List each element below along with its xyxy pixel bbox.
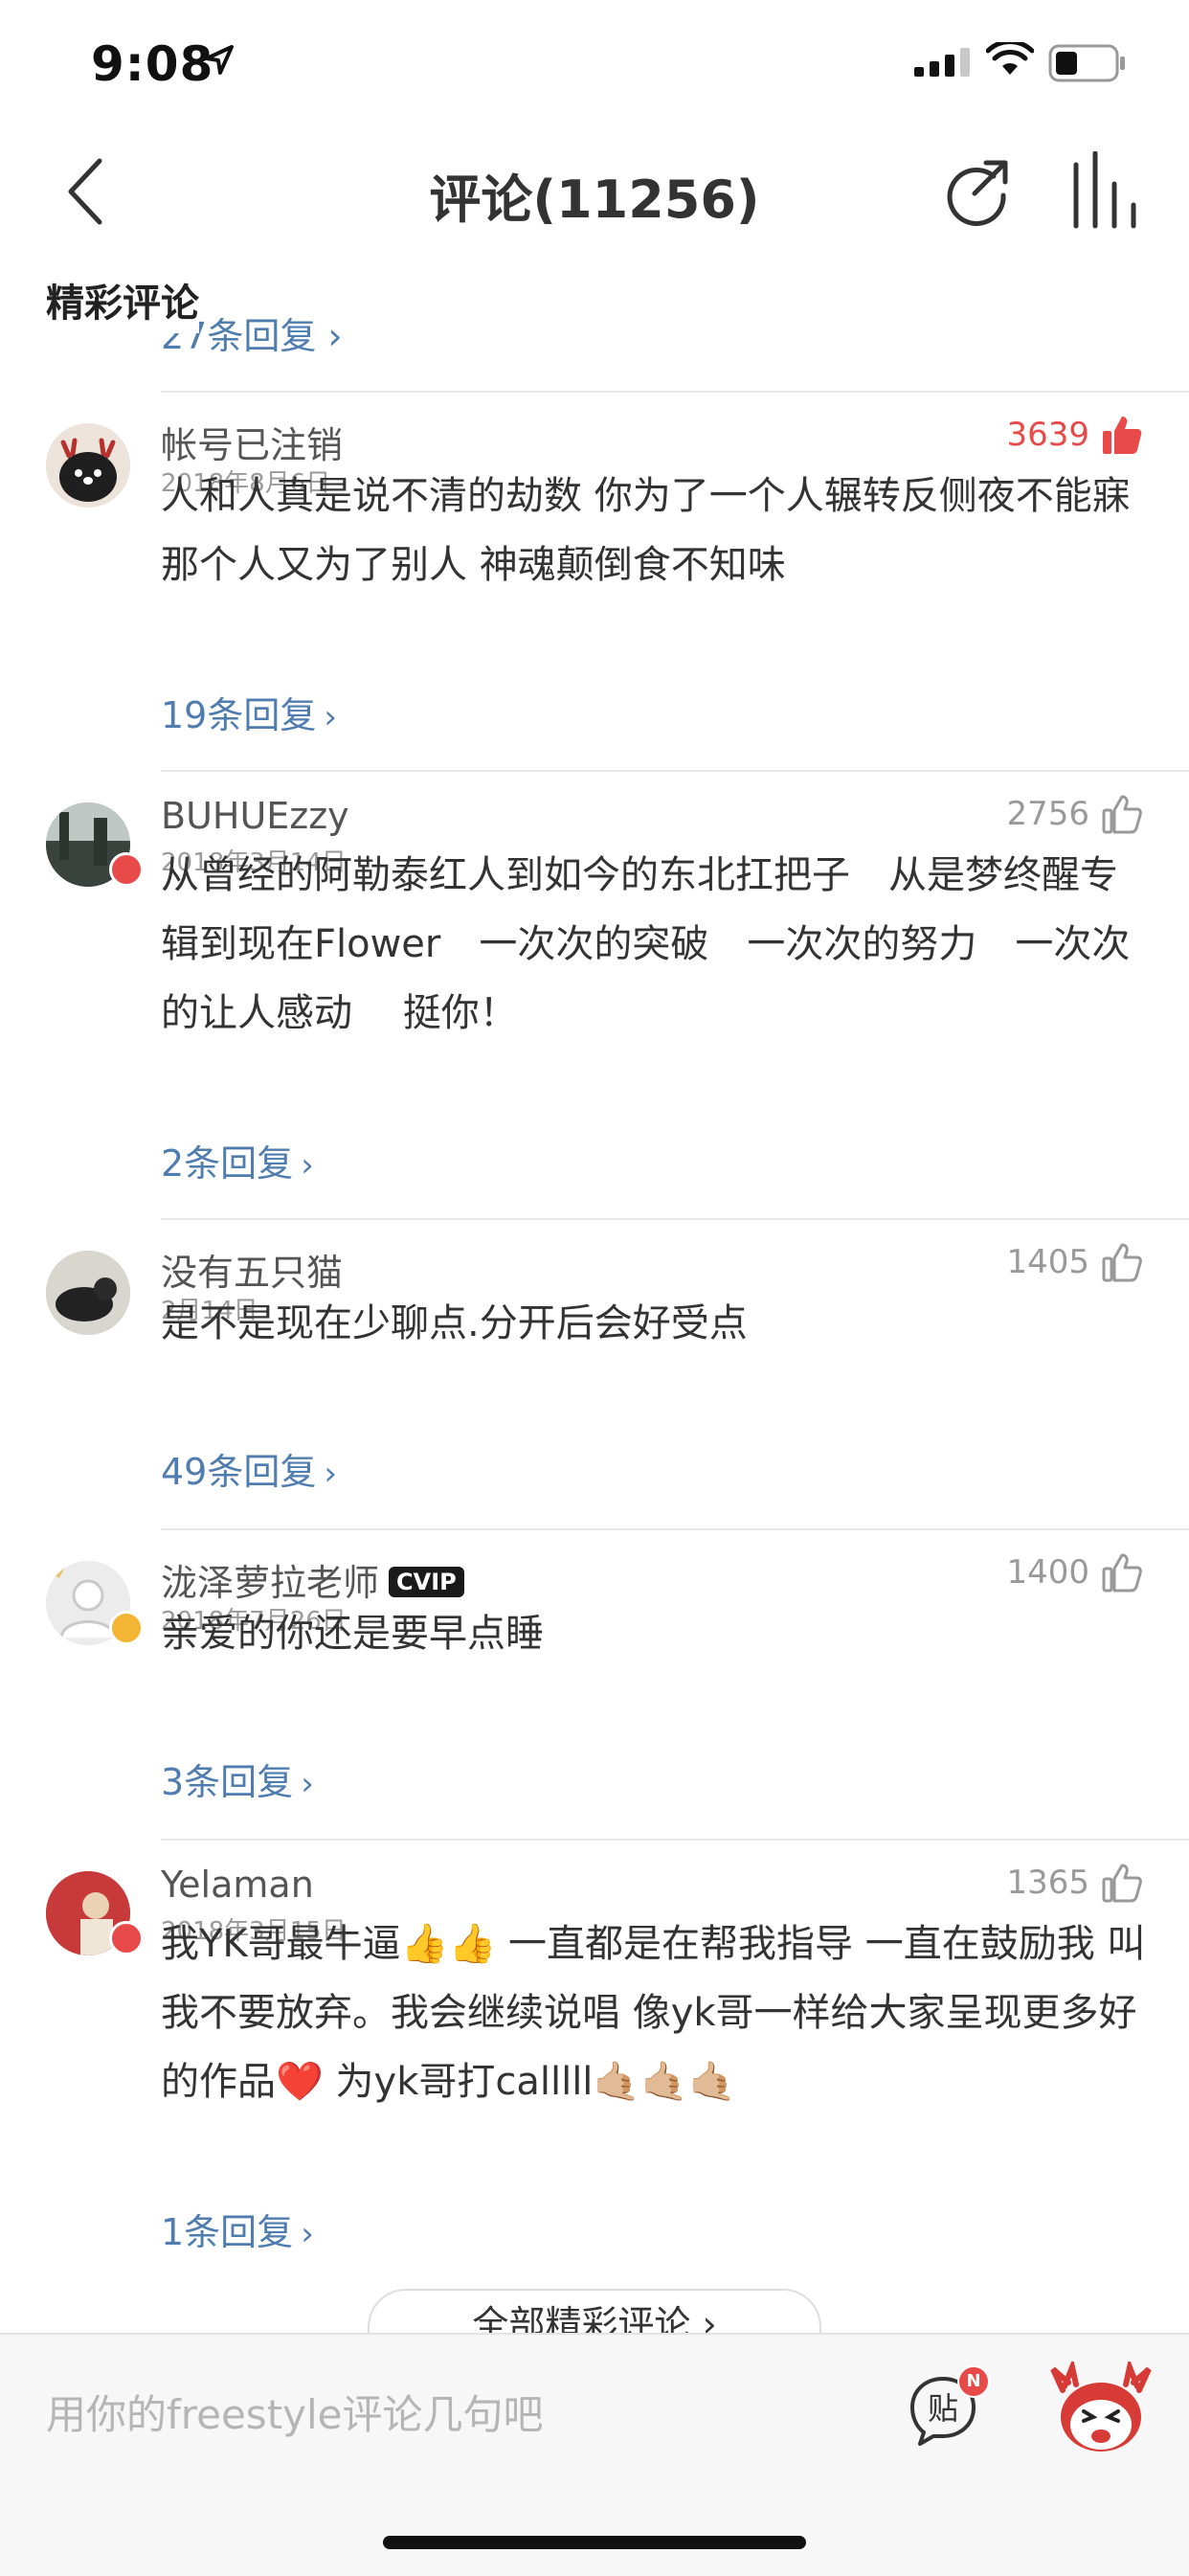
status-time: 9:08 [91, 36, 214, 92]
username[interactable]: 帐号已注销 [161, 416, 343, 468]
thumbs-up-icon [1102, 1864, 1142, 1903]
avatar[interactable] [46, 423, 130, 508]
like-count: 1400 [1006, 1553, 1089, 1592]
sticker-label: 贴 [928, 2390, 958, 2427]
chevron-right-icon: › [324, 698, 337, 736]
chevron-right-icon: › [324, 1455, 337, 1493]
comment-input[interactable]: 用你的freestyle评论几句吧 [46, 2383, 544, 2441]
battery-icon [1048, 44, 1125, 82]
home-indicator [383, 2536, 806, 2549]
divider [161, 1218, 1189, 1220]
like-count: 1365 [1006, 1864, 1089, 1902]
reply-link[interactable]: 49条回复 › [161, 1442, 337, 1495]
reply-link[interactable]: 3条回复 › [161, 1752, 314, 1805]
comment-text: 是不是现在少聊点.分开后会好受点 [161, 1301, 748, 1345]
username[interactable]: Yelaman [161, 1864, 314, 1906]
mascot-emoji-icon[interactable] [1043, 2361, 1158, 2457]
username[interactable]: BUHUEzzy [161, 795, 349, 837]
status-bar: 9:08 [0, 0, 1189, 134]
avatar[interactable] [46, 1251, 130, 1335]
chevron-right-icon: › [301, 1765, 314, 1803]
musician-badge-icon [109, 852, 144, 887]
divider [161, 1528, 1189, 1530]
chevron-right-icon: › [301, 1146, 314, 1185]
star-badge-icon [109, 1611, 144, 1645]
username-row[interactable]: 泷泽萝拉老师 CVIP [161, 1553, 464, 1606]
location-arrow-icon [205, 45, 234, 75]
comment-text: 我YK哥最牛逼👍👍 一直都是在帮我指导 一直在鼓励我 叫我不要放弃。我会继续说唱… [161, 1922, 1146, 2104]
reply-count: 49条回复 [161, 1451, 317, 1493]
chevron-right-icon: › [301, 2215, 314, 2253]
wifi-icon [986, 42, 1034, 75]
reply-link[interactable]: 2条回复 › [161, 1134, 314, 1186]
reply-count: 3条回复 [161, 1761, 294, 1803]
thumbs-up-icon [1102, 1553, 1142, 1593]
reply-link[interactable]: 1条回复 › [161, 2203, 314, 2255]
thumbs-up-icon [1102, 795, 1142, 834]
musician-badge-icon [109, 1921, 144, 1955]
section-title: 精彩评论 [46, 272, 199, 333]
comment-text: 亲爱的你还是要早点睡 [161, 1612, 544, 1656]
like-button[interactable]: 1405 [1006, 1241, 1143, 1283]
thumbs-up-filled-icon [1103, 417, 1142, 454]
reply-link[interactable]: 19条回复 › [161, 686, 337, 738]
notification-badge: N [957, 2365, 990, 2398]
reply-count: 19条回复 [161, 694, 317, 736]
comment-text: 人和人真是说不清的劫数 你为了一个人辗转反侧夜不能寐 那个人又为了别人 神魂颠倒… [161, 474, 1131, 587]
like-button[interactable]: 3639 [1006, 414, 1143, 456]
divider [161, 1839, 1189, 1841]
nav-bar: 评论(11256) [0, 134, 1189, 249]
cellular-signal-icon [914, 48, 970, 77]
reply-count: 2条回复 [161, 1142, 294, 1185]
username: 泷泽萝拉老师 [161, 1562, 380, 1604]
username[interactable]: 没有五只猫 [161, 1243, 343, 1296]
share-icon[interactable] [940, 155, 1013, 228]
music-stats-icon[interactable] [1070, 151, 1139, 232]
like-button[interactable]: 1365 [1006, 1862, 1143, 1904]
reply-count: 1条回复 [161, 2211, 294, 2253]
like-count: 3639 [1006, 416, 1089, 454]
moose-avatar-icon [46, 423, 130, 508]
like-count: 1405 [1006, 1243, 1089, 1281]
vip-badge: CVIP [389, 1566, 464, 1597]
like-count: 2756 [1006, 795, 1089, 833]
like-button[interactable]: 2756 [1006, 793, 1143, 835]
photo-avatar-icon [46, 1251, 130, 1335]
thumbs-up-icon [1102, 1243, 1142, 1282]
like-button[interactable]: 1400 [1006, 1551, 1143, 1593]
comment-text: 从曾经的阿勒泰红人到如今的东北扛把子 从是梦终醒专辑到现在Flower 一次次的… [161, 853, 1131, 1035]
divider [161, 770, 1189, 772]
divider [161, 391, 1189, 393]
